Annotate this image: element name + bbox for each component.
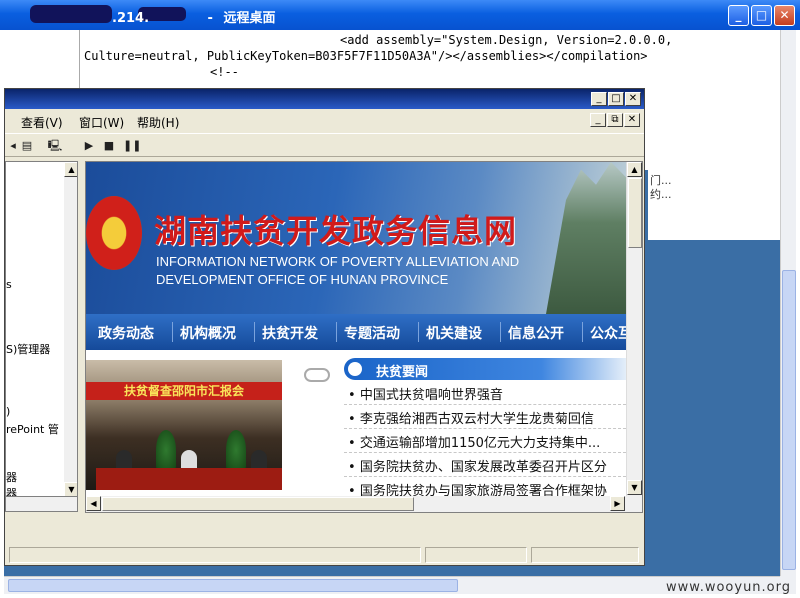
news-link[interactable]: • 李克强给湘西古双云村大学生龙贵菊回信	[348, 408, 594, 427]
status-cell	[9, 547, 421, 563]
tree-item[interactable]: rePoint 管	[6, 421, 59, 437]
code-line-2: Culture=neutral, PublicKeyToken=B03F5F7F…	[84, 49, 648, 63]
console-tree[interactable]: s S)管理器 ) rePoint 管 器 器 ▲ ▼	[5, 161, 78, 497]
web-vertical-scrollbar[interactable]: ▲ ▼	[626, 162, 642, 496]
nav-item[interactable]: 政务动态	[98, 323, 154, 343]
news-link-text: 李克强给湘西古双云村大学生龙贵菊回信	[359, 412, 594, 427]
nav-separator	[254, 322, 255, 342]
news-header-dot-icon	[348, 362, 362, 376]
pause-icon[interactable]: ❚❚	[123, 138, 141, 153]
nav-separator	[500, 322, 501, 342]
nav-separator	[418, 322, 419, 342]
mmc-maximize-button[interactable]: □	[608, 92, 624, 106]
scroll-up-icon[interactable]: ▲	[64, 162, 77, 177]
mmc-close-button[interactable]: ✕	[625, 92, 641, 106]
news-separator	[344, 428, 626, 429]
mmc-menubar: 查看(V) 窗口(W) 帮助(H)	[5, 110, 644, 132]
web-view[interactable]: 湖南扶贫开发政务信息网 INFORMATION NETWORK OF POVER…	[85, 161, 643, 513]
news-separator	[344, 404, 626, 405]
nav-item[interactable]: 机关建设	[426, 323, 482, 343]
news-link-text: 中国式扶贫唱响世界强音	[359, 388, 503, 403]
tree-item[interactable]: )	[6, 405, 10, 418]
horizontal-scrollbar[interactable]	[4, 576, 780, 594]
minimize-button[interactable]: _	[728, 5, 749, 26]
news-separator	[344, 452, 626, 453]
mmc-minimize-button[interactable]: _	[591, 92, 607, 106]
status-cell	[425, 547, 527, 563]
national-emblem-icon	[86, 196, 142, 270]
code-line-3: <!--	[210, 65, 239, 79]
side-panel: 门... 约...	[648, 170, 780, 240]
horizontal-scroll-thumb[interactable]	[8, 579, 458, 592]
side-line-2: 约...	[650, 188, 672, 201]
web-horizontal-scrollbar[interactable]: ◀ ▶	[86, 496, 642, 512]
title-ip-fragment: .214.	[112, 11, 150, 26]
tree-item[interactable]: 器	[6, 469, 17, 485]
mountain-image	[546, 162, 626, 314]
plant-decor	[156, 430, 176, 470]
menu-window[interactable]: 窗口(W)	[79, 114, 124, 131]
news-separator	[344, 476, 626, 477]
site-subtitle-line-2: DEVELOPMENT OFFICE OF HUNAN PROVINCE	[156, 272, 449, 287]
scroll-right-icon[interactable]: ▶	[610, 496, 625, 511]
code-line-1: <add assembly="System.Design, Version=2.…	[340, 33, 673, 47]
stop-icon[interactable]: ■	[101, 138, 117, 153]
nav-separator	[336, 322, 337, 342]
computer-icon[interactable]: 🖳	[47, 138, 63, 153]
title-dash: -	[207, 11, 213, 26]
news-link[interactable]: • 交通运输部增加1150亿元大力支持集中...	[348, 432, 600, 451]
scroll-left-icon[interactable]: ◀	[86, 496, 101, 511]
watermark: www.wooyun.org	[666, 580, 792, 595]
remote-desktop-titlebar[interactable]: .214. - 远程桌面 _ □ ✕	[0, 0, 800, 30]
remote-desktop-client[interactable]: <add assembly="System.Design, Version=2.…	[4, 30, 796, 595]
nav-item[interactable]: 机构概况	[180, 323, 236, 343]
scroll-down-icon[interactable]: ▼	[64, 482, 77, 496]
mmc-statusbar	[5, 545, 644, 565]
mmc-window[interactable]: _ □ ✕ 查看(V) 窗口(W) 帮助(H) _ ⧉ ✕ ◂ ▤ 🖳 ▶ ■ …	[4, 88, 645, 566]
close-button[interactable]: ✕	[774, 5, 795, 26]
tree-item[interactable]: S)管理器	[6, 341, 50, 357]
menu-help[interactable]: 帮助(H)	[137, 114, 179, 131]
scroll-up-icon[interactable]: ▲	[627, 162, 642, 177]
show-hide-tree-icon[interactable]: ▤	[19, 138, 35, 153]
status-cell	[531, 547, 639, 563]
mmc-toolbar: ◂ ▤ 🖳 ▶ ■ ❚❚	[5, 133, 644, 157]
vertical-scrollbar[interactable]	[780, 30, 796, 576]
scroll-down-icon[interactable]: ▼	[627, 480, 642, 495]
nav-separator	[582, 322, 583, 342]
child-close-button[interactable]: ✕	[624, 113, 640, 127]
photo-caption: 扶贫督查邵阳市汇报会	[86, 382, 282, 400]
window-title: .214. - 远程桌面	[34, 7, 276, 26]
news-link-text: 国务院扶贫办、国家发展改革委召开片区分	[359, 460, 607, 475]
menu-view[interactable]: 查看(V)	[21, 114, 63, 131]
site-title: 湖南扶贫开发政务信息网	[154, 212, 518, 250]
conference-table	[96, 468, 282, 490]
maximize-button[interactable]: □	[751, 5, 772, 26]
plant-decor	[226, 430, 246, 470]
child-restore-button[interactable]: ⧉	[607, 113, 623, 127]
child-minimize-button[interactable]: _	[590, 113, 606, 127]
news-header-label: 扶贫要闻	[376, 365, 429, 380]
web-vertical-thumb[interactable]	[628, 178, 642, 248]
news-link[interactable]: • 国务院扶贫办、国家发展改革委召开片区分	[348, 456, 607, 475]
site-subtitle-line-1: INFORMATION NETWORK OF POVERTY ALLEVIATI…	[156, 254, 520, 269]
tree-item[interactable]: s	[6, 278, 12, 291]
nav-item[interactable]: 扶贫开发	[262, 323, 318, 343]
site-banner: 湖南扶贫开发政务信息网 INFORMATION NETWORK OF POVER…	[86, 162, 626, 314]
title-text: 远程桌面	[223, 11, 276, 26]
vertical-scroll-thumb[interactable]	[782, 270, 796, 570]
nav-item[interactable]: 信息公开	[508, 323, 564, 343]
tree-scrollbar[interactable]: ▲ ▼	[64, 162, 77, 496]
mmc-titlebar[interactable]: _ □ ✕	[5, 89, 644, 109]
nav-item[interactable]: 专题活动	[344, 323, 400, 343]
nav-separator	[172, 322, 173, 342]
news-photo[interactable]: 扶贫督查邵阳市汇报会	[86, 360, 282, 490]
play-icon[interactable]: ▶	[81, 138, 97, 153]
news-link[interactable]: • 中国式扶贫唱响世界强音	[348, 384, 503, 403]
site-navbar: 政务动态 机构概况 扶贫开发 专题活动 机关建设 信息公开 公众互	[86, 314, 632, 350]
slide-toggle-icon[interactable]	[304, 368, 330, 382]
web-horizontal-thumb[interactable]	[102, 497, 414, 511]
tree-horizontal-scrollbar[interactable]	[5, 496, 78, 512]
news-link-text: 交通运输部增加1150亿元大力支持集中...	[359, 436, 601, 451]
